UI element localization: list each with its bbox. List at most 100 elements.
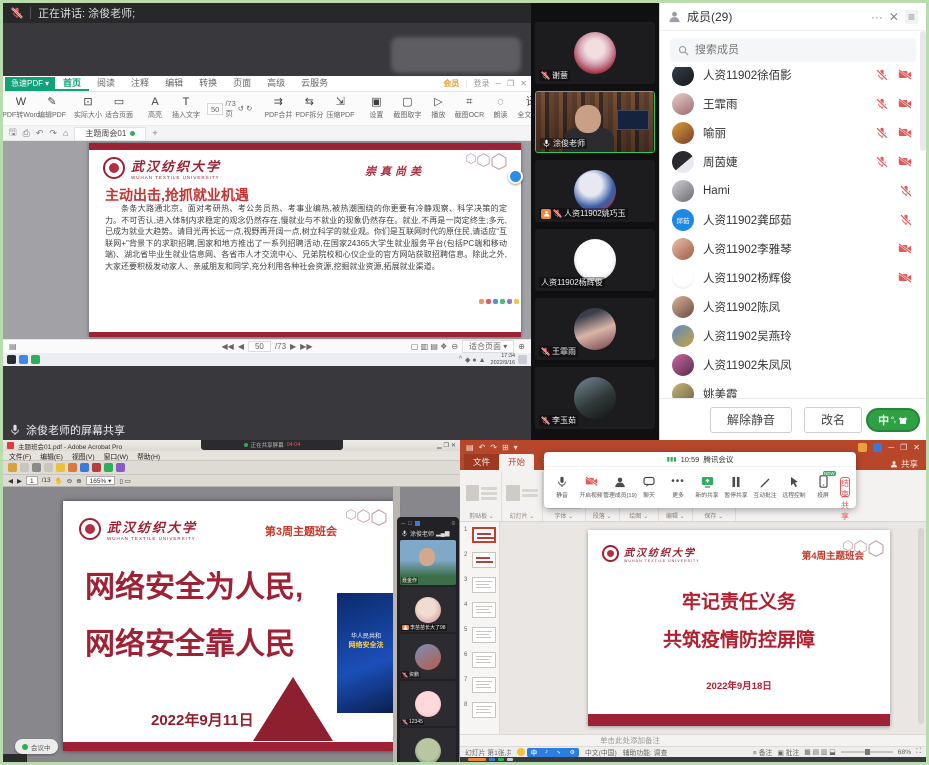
qat-dropdown-icon[interactable]: ▾ (514, 443, 518, 452)
video-tile-李玉茹[interactable]: 李玉茹 (535, 367, 655, 429)
minimize-icon[interactable]: ─ (888, 443, 894, 452)
forms-icon[interactable] (104, 463, 113, 472)
zoom-in-icon[interactable]: ⊕ (76, 477, 81, 485)
minimize-icon[interactable]: ▁ (437, 442, 442, 449)
meeting-mini-pill[interactable]: 会议中 (15, 739, 58, 754)
overlay-video-tile[interactable]: 李苗苗长大了98 (400, 587, 456, 632)
sign-icon[interactable] (92, 463, 101, 472)
meeting-tool-暂停共享[interactable]: 暂停共享 (724, 475, 748, 499)
open-icon[interactable] (8, 463, 17, 472)
share-button[interactable]: 共享 (901, 458, 918, 470)
pdf-tool-全文翻译[interactable]: 译全文翻译 (516, 93, 531, 125)
view-icons[interactable]: ▦ ▤ ▥ ⬓ (804, 748, 835, 756)
print-icon[interactable]: ⎙ (23, 128, 30, 139)
overlay-video-tile[interactable]: 12345 (400, 681, 456, 726)
notification-icon[interactable] (518, 355, 527, 364)
close-icon[interactable]: ✕ (520, 79, 527, 88)
zoom-slider[interactable] (841, 751, 893, 753)
slide-thumbnail-8[interactable]: 8 (460, 700, 499, 725)
meeting-tool-静音[interactable]: 静音 (550, 475, 574, 499)
pdf-tool-压缩PDF[interactable]: ⇲压缩PDF (325, 93, 355, 125)
tools-icon[interactable] (116, 463, 125, 472)
first-page-icon[interactable]: ◀◀ (222, 342, 234, 351)
pdf-tool-插入文字[interactable]: T插入文字 (171, 93, 201, 125)
slide-scrollbar[interactable] (918, 528, 924, 724)
meeting-tool-投屏[interactable]: NEW投屏 (811, 475, 835, 499)
pdf-app-logo[interactable]: 急速PDF▾ (5, 77, 55, 91)
member-row[interactable]: 人资11902吴燕玲 (672, 321, 918, 350)
meeting-tool-新的共享[interactable]: 新的共享 (695, 475, 719, 499)
save-icon[interactable] (20, 463, 29, 472)
minimize-icon[interactable]: ─ (401, 521, 405, 527)
redo-icon[interactable]: ↷ (490, 443, 497, 452)
member-row[interactable]: 喻丽 (672, 118, 918, 147)
meeting-tool-更多[interactable]: •••更多 (666, 475, 690, 499)
pdf-tool-截图OCR[interactable]: ⌗截图OCR (454, 93, 484, 125)
page-number-input[interactable]: 50 (248, 341, 271, 352)
meeting-tool-开启视频[interactable]: 开启视频 (579, 475, 603, 499)
prev-page-icon[interactable]: ◀ (8, 477, 13, 485)
meeting-tool-聊天[interactable]: 聊天 (637, 475, 661, 499)
language-label[interactable]: 中文(中国) (585, 747, 617, 757)
accessibility-label[interactable]: 辅助功能: 调查 (623, 747, 668, 757)
member-row[interactable]: 周茵婕 (672, 147, 918, 176)
notes-pane[interactable]: 单击此处添加备注 (460, 734, 926, 746)
slide-thumbnail-3[interactable]: 3 (460, 575, 499, 600)
zoom-out-icon[interactable]: ⊖ (67, 477, 72, 485)
vip-button[interactable]: 会员 (443, 78, 459, 89)
prev-page-icon[interactable]: ◀ (238, 342, 244, 351)
ime-indicator[interactable]: 中°, (866, 408, 920, 432)
pdf-tab-页面[interactable]: 页面 (225, 76, 259, 91)
pdf-tool-播放[interactable]: ▷播放 (423, 93, 453, 125)
pdf-tab-注释[interactable]: 注释 (123, 76, 157, 91)
video-tile-人资11902杨辉俊[interactable]: 人资11902杨辉俊 (535, 229, 655, 291)
member-row[interactable]: 人资11902徐佰影 (672, 67, 918, 89)
unmute-button[interactable]: 解除静音 (710, 407, 792, 433)
video-tile-人资11902姚巧玉[interactable]: 人资11902姚巧玉 (535, 160, 655, 222)
member-row[interactable]: 人资11902李雅琴 (672, 234, 918, 263)
member-row[interactable]: 姚美霞 (672, 379, 918, 398)
video-tile-谢薏[interactable]: 谢薏 (535, 22, 655, 84)
undo-icon[interactable]: ↶ (36, 128, 44, 139)
stamp-icon[interactable] (80, 463, 89, 472)
pdf-tool-高亮[interactable]: A高亮 (140, 93, 170, 125)
slide-thumbnail-4[interactable]: 4 (460, 600, 499, 625)
meeting-tool-管理成员(19)[interactable]: 管理成员(19) (608, 475, 632, 499)
member-row[interactable]: 人资11902陈凤 (672, 292, 918, 321)
redo-icon[interactable]: ↷ (49, 128, 57, 139)
overlay-video-tile[interactable]: 丁兆黎 (400, 728, 456, 762)
highlight-icon[interactable] (56, 463, 65, 472)
tray-chevron-icon[interactable]: ^ (459, 356, 462, 363)
comments-toggle[interactable]: ▣ 批注 (777, 747, 799, 757)
notes-toggle[interactable]: ≡ 备注 (753, 747, 772, 757)
video-tile-王霏雨[interactable]: 王霏雨 (535, 298, 655, 360)
member-row[interactable]: 人资11902杨辉俊 (672, 263, 918, 292)
pdf-tab-编辑[interactable]: 编辑 (157, 76, 191, 91)
restore-icon[interactable]: ❐ (900, 443, 907, 452)
member-row[interactable]: Hami (672, 176, 918, 205)
ribbon-group-幻灯片[interactable]: 幻灯片 ⌄ (502, 472, 543, 521)
explorer-icon[interactable] (19, 355, 28, 364)
assistant-float-icon[interactable] (508, 169, 523, 184)
menu-视图(V)[interactable]: 视图(V) (72, 451, 95, 461)
pdf-tool-适合页面[interactable]: ▭适合页面 (104, 93, 134, 125)
slide-thumbnail-1[interactable]: 1 (460, 525, 499, 550)
close-icon[interactable]: ✕ (913, 443, 920, 452)
system-clock[interactable]: 17:342022/9/16 (491, 353, 515, 365)
pdf-tab-首页[interactable]: 首页 (55, 76, 89, 91)
undo-icon[interactable]: ↶ (479, 443, 486, 452)
pdf-tool-PDF转Word[interactable]: WPDF转Word (6, 93, 36, 125)
ppt-tab-开始[interactable]: 开始 (499, 454, 534, 470)
fit-to-window-icon[interactable]: ⛶ (916, 748, 921, 756)
menu-窗口(W)[interactable]: 窗口(W) (104, 451, 129, 461)
restore-icon[interactable]: ❐ (507, 79, 514, 88)
page-input[interactable]: 1 (26, 476, 38, 485)
tray-icons[interactable]: ◆●▲ (465, 356, 488, 364)
email-icon[interactable] (44, 463, 53, 472)
slide-thumbnail-5[interactable]: 5 (460, 625, 499, 650)
member-row[interactable]: 王霏雨 (672, 89, 918, 118)
restore-icon[interactable]: □ (408, 521, 412, 527)
pdf-tool-PDF拆分[interactable]: ⇆PDF拆分 (294, 93, 324, 125)
ppt-tab-文件[interactable]: 文件 (464, 454, 499, 470)
member-row[interactable]: 邱茹人资11902龚邱茹 (672, 205, 918, 234)
